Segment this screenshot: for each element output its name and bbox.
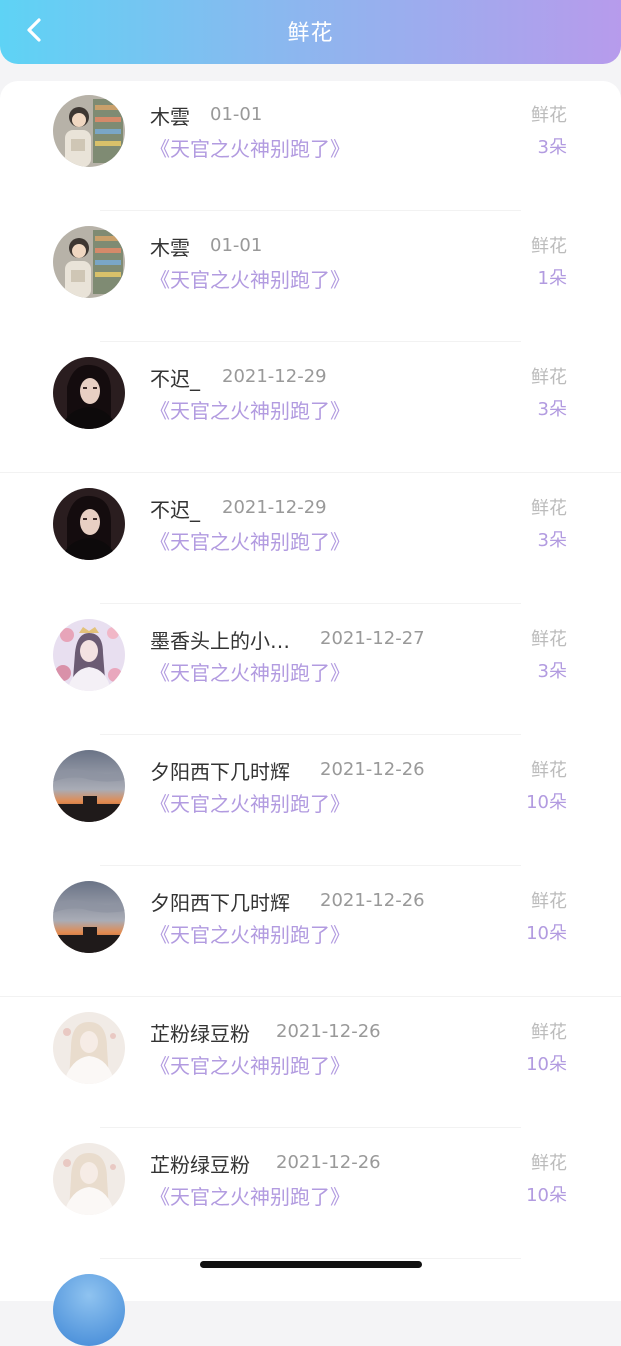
record-date: 2021-12-29 (222, 366, 327, 387)
gift-type-label: 鲜花 (531, 367, 567, 388)
list-item[interactable]: 木雲 01-01 《天官之火神别跑了》 鲜花 1朵 (0, 212, 621, 342)
row-divider (0, 472, 621, 473)
list-item[interactable]: 芷粉绿豆粉 2021-12-26 《天官之火神别跑了》 鲜花 10朵 (0, 998, 621, 1128)
flower-record-list: 木雲 01-01 《天官之火神别跑了》 鲜花 3朵 木雲 01-01 《天官之火… (0, 81, 621, 1301)
gift-type-label: 鲜花 (531, 891, 567, 912)
book-title-link[interactable]: 《天官之火神别跑了》 (150, 788, 350, 817)
list-item[interactable]: 夕阳西下几时辉 2021-12-26 《天官之火神别跑了》 鲜花 10朵 (0, 736, 621, 866)
user-name: 夕阳西下几时辉 (150, 891, 290, 915)
row-divider (100, 210, 521, 211)
row-divider (100, 341, 521, 342)
record-date: 2021-12-29 (222, 497, 327, 518)
row-divider (100, 603, 521, 604)
row-divider (100, 734, 521, 735)
avatar[interactable] (53, 1012, 125, 1084)
gift-type-label: 鲜花 (531, 236, 567, 257)
record-date: 2021-12-26 (276, 1152, 381, 1173)
user-name: 木雲 (150, 236, 190, 260)
list-item[interactable]: 芷粉绿豆粉 2021-12-26 《天官之火神别跑了》 鲜花 10朵 (0, 1129, 621, 1259)
record-date: 2021-12-26 (320, 890, 425, 911)
list-item[interactable]: 不迟_ 2021-12-29 《天官之火神别跑了》 鲜花 3朵 (0, 343, 621, 473)
user-name: 墨香头上的小… (150, 629, 290, 653)
book-title-link[interactable]: 《天官之火神别跑了》 (150, 919, 350, 948)
home-indicator[interactable] (200, 1261, 422, 1268)
gift-count: 10朵 (526, 923, 567, 944)
gift-count: 10朵 (526, 1185, 567, 1206)
user-name: 不迟_ (150, 367, 200, 391)
gift-type-label: 鲜花 (531, 1022, 567, 1043)
row-divider (100, 1258, 521, 1259)
list-item[interactable]: 墨香头上的小… 2021-12-27 《天官之火神别跑了》 鲜花 3朵 (0, 605, 621, 735)
record-date: 2021-12-26 (320, 759, 425, 780)
avatar[interactable] (53, 619, 125, 691)
book-title-link[interactable]: 《天官之火神别跑了》 (150, 1050, 350, 1079)
gift-count: 1朵 (537, 268, 567, 289)
book-title-link[interactable]: 《天官之火神别跑了》 (150, 526, 350, 555)
gift-count: 10朵 (526, 792, 567, 813)
gift-type-label: 鲜花 (531, 629, 567, 650)
avatar[interactable] (53, 1143, 125, 1215)
avatar[interactable] (53, 357, 125, 429)
book-title-link[interactable]: 《天官之火神别跑了》 (150, 395, 350, 424)
gift-type-label: 鲜花 (531, 105, 567, 126)
book-title-link[interactable]: 《天官之火神别跑了》 (150, 1181, 350, 1210)
user-name: 木雲 (150, 105, 190, 129)
header-bar: 鲜花 (0, 0, 621, 64)
list-item[interactable]: 木雲 01-01 《天官之火神别跑了》 鲜花 3朵 (0, 81, 621, 211)
gift-count: 3朵 (537, 530, 567, 551)
record-date: 2021-12-27 (320, 628, 425, 649)
book-title-link[interactable]: 《天官之火神别跑了》 (150, 264, 350, 293)
book-title-link[interactable]: 《天官之火神别跑了》 (150, 657, 350, 686)
record-date: 01-01 (210, 235, 263, 256)
row-divider (100, 1127, 521, 1128)
user-name: 芷粉绿豆粉 (150, 1153, 250, 1177)
user-name: 不迟_ (150, 498, 200, 522)
record-date: 01-01 (210, 104, 263, 125)
list-item[interactable]: 夕阳西下几时辉 2021-12-26 《天官之火神别跑了》 鲜花 10朵 (0, 867, 621, 997)
user-name: 芷粉绿豆粉 (150, 1022, 250, 1046)
avatar[interactable] (53, 226, 125, 298)
gift-count: 3朵 (537, 137, 567, 158)
gift-type-label: 鲜花 (531, 498, 567, 519)
page-title: 鲜花 (287, 21, 334, 46)
list-item[interactable]: 不迟_ 2021-12-29 《天官之火神别跑了》 鲜花 3朵 (0, 474, 621, 604)
gift-count: 3朵 (537, 661, 567, 682)
avatar[interactable] (53, 881, 125, 953)
gift-count: 3朵 (537, 399, 567, 420)
avatar[interactable] (53, 488, 125, 560)
gift-type-label: 鲜花 (531, 1153, 567, 1174)
row-divider (100, 865, 521, 866)
user-name: 夕阳西下几时辉 (150, 760, 290, 784)
record-date: 2021-12-26 (276, 1021, 381, 1042)
row-divider (0, 996, 621, 997)
avatar[interactable] (53, 95, 125, 167)
book-title-link[interactable]: 《天官之火神别跑了》 (150, 133, 350, 162)
avatar[interactable] (53, 750, 125, 822)
gift-count: 10朵 (526, 1054, 567, 1075)
avatar[interactable] (53, 1274, 125, 1346)
gift-type-label: 鲜花 (531, 760, 567, 781)
